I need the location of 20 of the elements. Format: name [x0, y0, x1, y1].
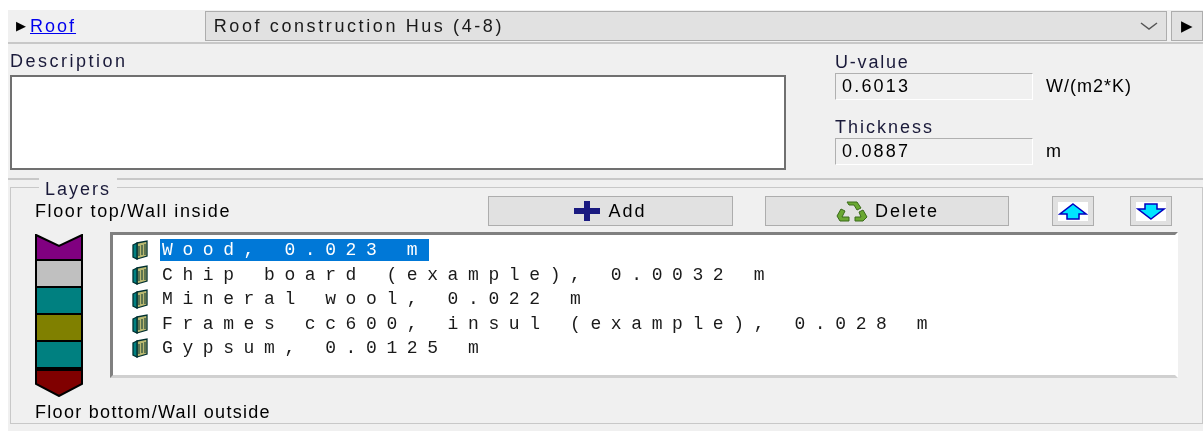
layer-item[interactable]: Chip board (example), 0.0032 m: [160, 263, 777, 286]
layer-item[interactable]: Gypsum, 0.0125 m: [160, 337, 491, 360]
u-value-unit: W/(m2*K): [1046, 75, 1132, 98]
delete-button[interactable]: Delete: [765, 196, 1009, 226]
thickness-unit: m: [1046, 140, 1061, 163]
u-value-label: U-value: [835, 51, 911, 71]
next-button[interactable]: ▶: [1171, 11, 1203, 41]
layer-item[interactable]: Frames cc600, insul (example), 0.028 m: [160, 312, 940, 335]
construction-dropdown[interactable]: Roof construction Hus (4-8): [204, 11, 1168, 41]
thickness-label: Thickness: [835, 116, 936, 136]
expander-arrow[interactable]: ▶: [16, 16, 26, 36]
description-label: Description: [10, 50, 129, 70]
thickness-field[interactable]: 0.0887: [835, 138, 1033, 165]
add-button[interactable]: Add: [488, 196, 733, 226]
top-side-label: Floor top/Wall inside: [35, 200, 232, 223]
roof-link[interactable]: Roof: [30, 12, 168, 40]
u-value-field[interactable]: 0.6013: [835, 73, 1033, 100]
bottom-side-label: Floor bottom/Wall outside: [35, 401, 272, 423]
layer-item[interactable]: Wood, 0.023 m: [160, 239, 430, 262]
layer-item[interactable]: Mineral wool, 0.022 m: [160, 288, 593, 311]
